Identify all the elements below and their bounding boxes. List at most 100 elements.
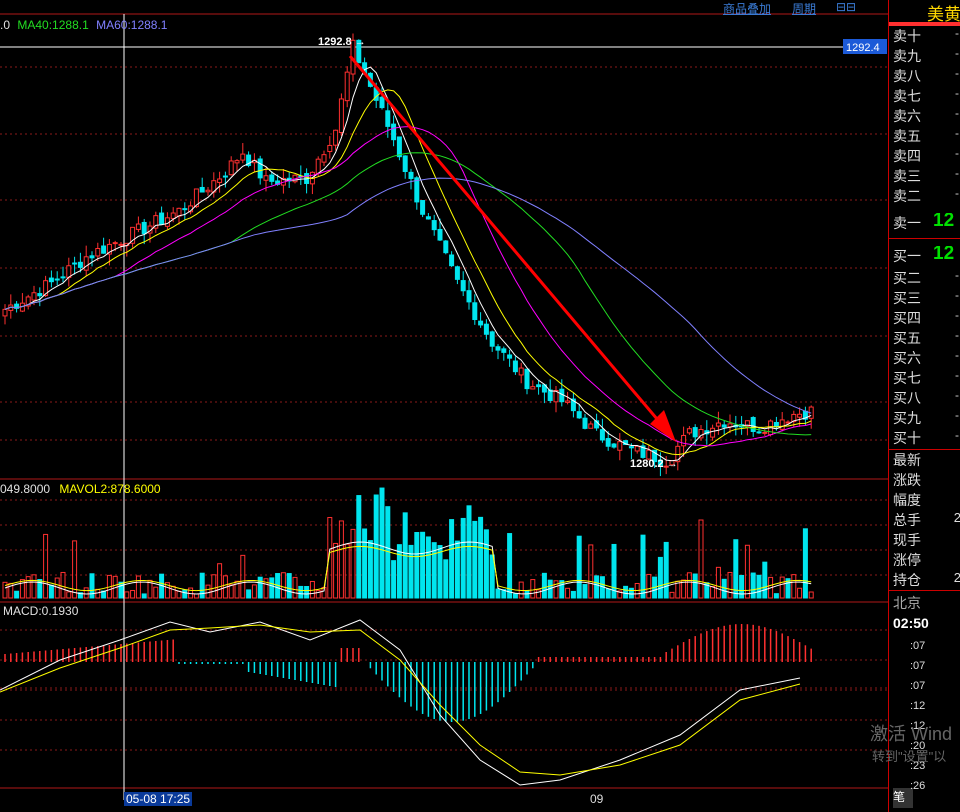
volume-bar <box>791 574 797 599</box>
market-divider <box>889 590 960 591</box>
candle-body <box>454 266 460 280</box>
candle-body <box>205 189 211 193</box>
mavol2-legend: MAVOL2:878.6000 <box>59 482 161 496</box>
candles <box>2 33 814 477</box>
bid-level-row-label: 买五 <box>893 330 921 346</box>
candle-body <box>582 417 588 429</box>
volume-bar <box>565 587 571 599</box>
volume-bar <box>530 579 536 599</box>
bid-level-row: 买三 - <box>893 288 960 308</box>
volume-bar <box>750 572 756 599</box>
ask1-row: 卖一 12 <box>893 213 960 233</box>
volume-bar <box>118 581 124 599</box>
volume-bar <box>646 573 652 599</box>
ask-level-row: 卖二 - <box>893 186 960 206</box>
candle-body <box>240 153 246 161</box>
candle-body <box>634 445 640 452</box>
macd-legend: MACD:0.1930 <box>3 604 78 618</box>
candle-body <box>797 413 803 418</box>
candle-body <box>269 174 275 182</box>
ma60-legend: MA60:1288.1 <box>96 18 168 32</box>
candle-body <box>507 354 513 359</box>
ask-level-row: 卖五 - <box>893 126 960 146</box>
ask-level-row-label: 卖六 <box>893 108 921 124</box>
ma60-line <box>4 177 812 414</box>
candle-body <box>234 160 240 164</box>
candle-body <box>408 171 414 179</box>
bid-level-row: 买八 - <box>893 388 960 408</box>
bid-level-row: 买五 - <box>893 328 960 348</box>
volume-bar <box>95 588 101 599</box>
bid-level-row: 买六 - <box>893 348 960 368</box>
nav-buttons[interactable]: ⊟⊟ <box>836 0 856 14</box>
ask-level-value: - <box>955 146 959 160</box>
volume-bar <box>280 572 286 599</box>
candle-body <box>344 71 350 102</box>
volume-bar <box>141 593 147 599</box>
bid1-value: 12 <box>933 246 955 264</box>
stat-value: 2 <box>953 510 960 525</box>
candle-body <box>721 424 727 428</box>
market-label: 北京 <box>893 595 921 611</box>
volume-bar <box>43 533 49 599</box>
ask-level-value: - <box>955 126 959 140</box>
volume-bar <box>25 576 31 599</box>
candle-body <box>37 293 43 297</box>
ask-level-value: - <box>955 86 959 100</box>
period-link[interactable]: 周期 <box>792 0 816 17</box>
volume-bar <box>48 584 54 599</box>
candle-body <box>611 443 617 448</box>
ask-level-row-label: 卖四 <box>893 148 921 164</box>
ask-level-row: 卖九 - <box>893 46 960 66</box>
chart-canvas[interactable]: 1292.8 → 1280.2 → 1292.4 <box>0 0 888 812</box>
volume-bar <box>240 554 246 599</box>
candle-body <box>715 422 721 427</box>
volume-bar <box>124 591 130 599</box>
volume-bar <box>391 560 397 599</box>
volume-bar <box>686 572 692 599</box>
volume-bar <box>246 589 252 599</box>
candle-body <box>420 200 426 215</box>
overlay-link[interactable]: 商品叠加 <box>723 0 771 17</box>
activation-watermark: 激活 Wind <box>870 724 953 744</box>
ask1-value: 12 <box>933 213 955 231</box>
volume-bar <box>135 575 141 599</box>
volume-bar <box>762 561 768 599</box>
candle-body <box>321 154 327 163</box>
volume-legend: 049.8000 MAVOL2:878.6000 <box>0 482 167 496</box>
volume-bar <box>14 590 20 599</box>
candle-body <box>501 348 507 353</box>
tick-time: :07 <box>910 640 926 652</box>
volume-bar <box>808 591 814 599</box>
candle-body <box>565 400 571 403</box>
candle-body <box>785 421 791 424</box>
candle-body <box>443 240 449 254</box>
macd-dea-line <box>0 624 801 776</box>
volume-bar <box>292 576 298 599</box>
bid-level-value: - <box>955 408 959 422</box>
volume-bar <box>443 559 449 599</box>
candle-body <box>182 208 188 211</box>
ma10-line <box>4 89 812 456</box>
chart-grid <box>0 13 888 800</box>
candle-body <box>315 158 321 174</box>
bid-level-value: - <box>955 428 959 442</box>
ask-level-value: - <box>955 26 959 40</box>
stat-row: 现手 <box>893 530 960 550</box>
candle-body <box>89 255 95 259</box>
volume-bar <box>83 587 89 599</box>
volume-bar <box>628 587 634 599</box>
ask-level-row: 卖七 - <box>893 86 960 106</box>
ma-legend-item: .0 <box>0 18 11 32</box>
candle-body <box>518 367 524 376</box>
bid-level-row-label: 买三 <box>893 290 921 306</box>
volume-bar <box>698 519 704 599</box>
volume-bar <box>304 586 310 599</box>
volume-bar <box>582 584 588 599</box>
candle-body <box>495 346 501 351</box>
stat-row: 涨停 <box>893 550 960 570</box>
volume-bar <box>536 589 542 599</box>
volume-bar <box>466 505 472 599</box>
volume-bar <box>715 566 721 599</box>
tick-time: :26 <box>910 780 926 792</box>
